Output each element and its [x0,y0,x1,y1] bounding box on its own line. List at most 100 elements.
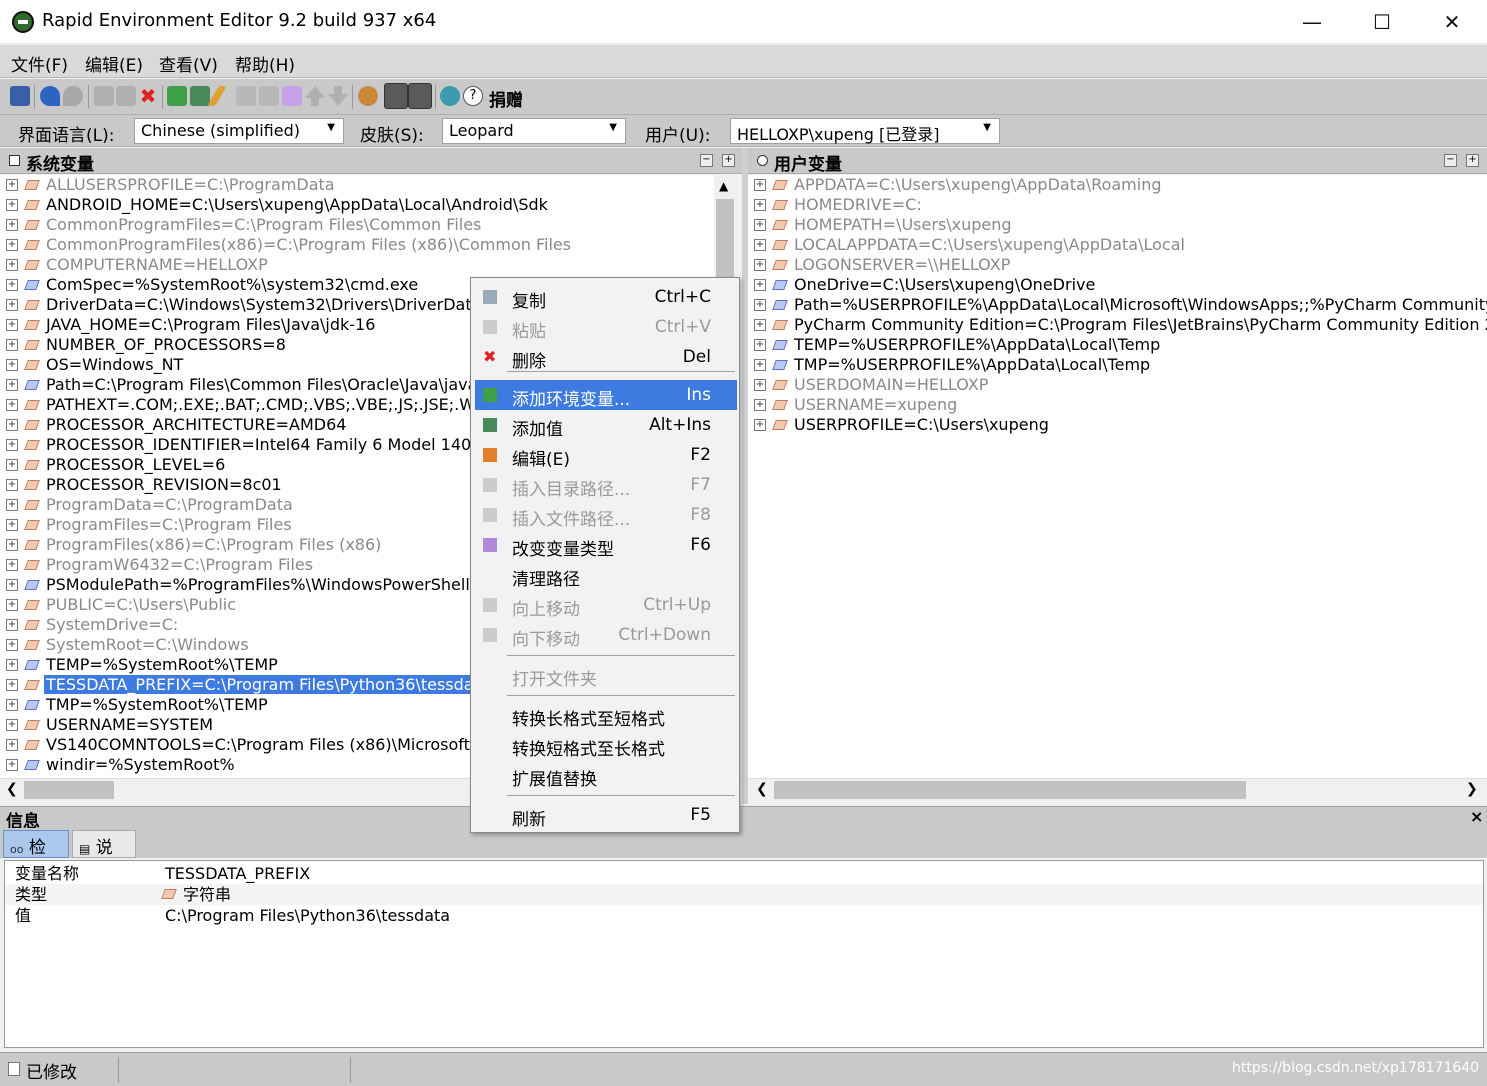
scroll-thumb[interactable] [24,781,114,799]
menu-edit[interactable]: 编辑(E) [85,51,143,76]
view-icon[interactable] [384,83,408,109]
expand-icon[interactable]: + [754,219,766,231]
expand-icon[interactable]: + [6,579,18,591]
scroll-thumb[interactable] [774,781,1246,799]
variable-row[interactable]: + USERDOMAIN=HELLOXP [748,375,1487,395]
tab-inspect[interactable]: oo 检查 [3,830,69,883]
copy-icon[interactable] [94,86,114,106]
scroll-left-icon[interactable]: ❮ [756,781,768,797]
variable-row[interactable]: + ANDROID_HOME=C:\Users\xupeng\AppData\Lo… [0,195,714,215]
expand-icon[interactable]: + [754,319,766,331]
expand-icon[interactable]: + [754,419,766,431]
expand-icon[interactable]: + [754,379,766,391]
expand-icon[interactable]: + [6,259,18,271]
expand-icon[interactable]: + [754,179,766,191]
expand-icon[interactable]: + [6,239,18,251]
expand-all-button[interactable]: + [1466,154,1479,167]
variable-row[interactable]: + USERPROFILE=C:\Users\xupeng [748,415,1487,435]
move-down-icon[interactable] [328,86,348,106]
user-variable-tree[interactable]: + APPDATA=C:\Users\xupeng\AppData\Roaming… [748,175,1487,778]
expand-icon[interactable]: + [6,679,18,691]
user-select[interactable]: HELLOXP\xupeng [已登录] ▼ [730,118,1000,144]
skin-select[interactable]: Leopard ▼ [442,118,626,144]
context-menu-item[interactable]: 粘贴 Ctrl+V [475,312,737,342]
variable-row[interactable]: + CommonProgramFiles=C:\Program Files\Com… [0,215,714,235]
expand-icon[interactable]: + [6,759,18,771]
variable-row[interactable]: + PyCharm Community Edition=C:\Program Fi… [748,315,1487,335]
expand-icon[interactable]: + [754,279,766,291]
move-up-icon[interactable] [305,86,325,106]
maximize-button[interactable]: ☐ [1347,0,1417,44]
expand-icon[interactable]: + [6,739,18,751]
context-menu-item[interactable]: 向上移动 Ctrl+Up [475,590,737,620]
expand-icon[interactable]: + [754,359,766,371]
context-menu-item[interactable]: 编辑(E) F2 [475,440,737,470]
context-menu-item[interactable]: 插入文件路径... F8 [475,500,737,530]
expand-icon[interactable]: + [754,239,766,251]
help-icon[interactable]: ? [463,86,483,106]
expand-icon[interactable]: + [6,439,18,451]
expand-icon[interactable]: + [6,319,18,331]
expand-icon[interactable]: + [6,359,18,371]
expand-icon[interactable]: + [6,379,18,391]
expand-icon[interactable]: + [6,179,18,191]
user-horizontal-scrollbar[interactable]: ❮ ❯ [748,778,1487,800]
add-variable-icon[interactable] [167,86,187,106]
context-menu-item[interactable]: 改变变量类型 F6 [475,530,737,560]
change-type-icon[interactable] [282,86,302,106]
undo-icon[interactable] [40,86,60,106]
scroll-left-icon[interactable]: ❮ [6,781,18,797]
settings-icon[interactable] [358,86,378,106]
insert-file-icon[interactable] [259,86,279,106]
minimize-button[interactable]: — [1277,0,1347,44]
context-menu-item[interactable]: 插入目录路径... F7 [475,470,737,500]
context-menu-item[interactable]: 扩展值替换 [475,760,737,790]
collapse-all-button[interactable]: − [1444,154,1457,167]
info-close-button[interactable]: × [1470,807,1483,826]
variable-row[interactable]: + TMP=%USERPROFILE%\AppData\Local\Temp [748,355,1487,375]
expand-icon[interactable]: + [6,639,18,651]
close-button[interactable]: ✕ [1417,0,1487,44]
redo-icon[interactable] [63,86,83,106]
context-menu-item[interactable]: 添加值 Alt+Ins [475,410,737,440]
insert-dir-icon[interactable] [236,86,256,106]
variable-row[interactable]: + TEMP=%USERPROFILE%\AppData\Local\Temp [748,335,1487,355]
expand-icon[interactable]: + [6,619,18,631]
context-menu-item[interactable]: 添加环境变量... Ins [475,380,737,410]
menu-view[interactable]: 查看(V) [159,51,218,76]
expand-icon[interactable]: + [754,259,766,271]
expand-icon[interactable]: + [6,719,18,731]
expand-icon[interactable]: + [6,199,18,211]
variable-row[interactable]: + HOMEPATH=\Users\xupeng [748,215,1487,235]
scroll-thumb[interactable] [716,199,734,279]
add-value-icon[interactable] [190,86,210,106]
delete-icon[interactable]: ✖ [138,86,158,106]
expand-icon[interactable]: + [754,299,766,311]
context-menu-item[interactable]: 转换短格式至长格式 [475,730,737,760]
variable-row[interactable]: + APPDATA=C:\Users\xupeng\AppData\Roaming [748,175,1487,195]
expand-icon[interactable]: + [6,459,18,471]
variable-row[interactable]: + CommonProgramFiles(x86)=C:\Program File… [0,235,714,255]
variable-row[interactable]: + USERNAME=xupeng [748,395,1487,415]
expand-icon[interactable]: + [6,339,18,351]
expand-icon[interactable]: + [6,539,18,551]
context-menu-item[interactable]: 打开文件夹 [475,660,737,690]
variable-row[interactable]: + Path=%USERPROFILE%\AppData\Local\Micros… [748,295,1487,315]
collapse-all-button[interactable]: − [700,154,713,167]
expand-icon[interactable]: + [6,659,18,671]
donate-button[interactable]: 捐赠 [489,86,523,111]
expand-icon[interactable]: + [6,219,18,231]
variable-row[interactable]: + LOGONSERVER=\\HELLOXP [748,255,1487,275]
edit-icon[interactable] [207,86,227,106]
expand-all-button[interactable]: + [722,154,735,167]
expand-icon[interactable]: + [6,479,18,491]
scroll-up-icon[interactable]: ▲ [719,179,728,193]
expand-icon[interactable]: + [6,499,18,511]
expand-icon[interactable]: + [6,559,18,571]
context-menu-item[interactable]: 转换长格式至短格式 [475,700,737,730]
variable-row[interactable]: + HOMEDRIVE=C: [748,195,1487,215]
context-menu-item[interactable]: 清理路径 [475,560,737,590]
context-menu-item[interactable]: ✖ 删除 Del [475,342,737,372]
expand-icon[interactable]: + [754,339,766,351]
expand-icon[interactable]: + [754,199,766,211]
